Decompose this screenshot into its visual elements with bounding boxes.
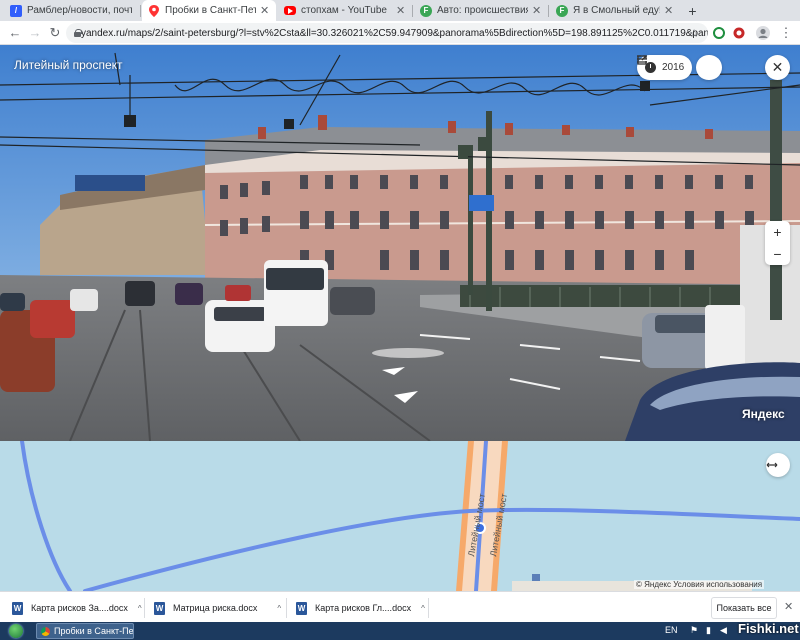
close-tab-icon[interactable]: ✕ — [664, 4, 674, 17]
map-canvas: Литейный мост Литейный мост — [0, 441, 800, 591]
close-downloads-icon[interactable]: ✕ — [784, 600, 793, 613]
tab-strip: / Рамблер/новости, почта и Пробки в Санк… — [0, 0, 800, 21]
extension-green-icon[interactable] — [711, 25, 727, 41]
language-indicator[interactable]: EN — [665, 625, 678, 635]
download-item[interactable]: W Матрица риска.docx ^ — [154, 597, 281, 619]
panorama-tools-button[interactable] — [637, 55, 723, 80]
forward-button[interactable]: → — [26, 24, 44, 42]
show-all-downloads-button[interactable]: Показать все — [711, 597, 777, 619]
tab-title: Авто: происшествия на дор — [437, 5, 528, 16]
tab-title: стопхам - YouTube — [301, 5, 387, 16]
taskbar-chrome-window[interactable]: Пробки в Санкт-Пе... — [36, 623, 134, 639]
yandex-maps-icon — [148, 4, 160, 17]
tab-rambler[interactable]: / Рамблер/новости, почта и — [4, 0, 138, 21]
tray-volume-icon[interactable]: ◀ — [720, 625, 727, 636]
tab-fontanka-auto[interactable]: F Авто: происшествия на дор ✕ — [414, 0, 548, 21]
chevron-up-icon[interactable]: ^ — [277, 604, 281, 613]
street-panorama[interactable]: Литейный проспект 2016 ✕ + − Яндекс — [0, 45, 800, 441]
download-item[interactable]: W Карта рисков Гл....docx ^ — [296, 597, 425, 619]
close-tab-icon[interactable]: ✕ — [260, 4, 270, 17]
extension-red-icon[interactable] — [731, 25, 747, 41]
start-button[interactable] — [6, 622, 26, 640]
word-document-icon: W — [12, 601, 23, 615]
tray-flag-icon[interactable]: ⚑ — [690, 625, 698, 636]
fontanka-icon: F — [556, 4, 568, 17]
bookmark-star-icon[interactable]: ☆ — [686, 25, 702, 41]
download-item[interactable]: W Карта рисков За....docx ^ — [12, 597, 142, 619]
back-button[interactable]: ← — [6, 24, 24, 42]
close-tab-icon[interactable]: ✕ — [532, 4, 542, 17]
download-filename: Карта рисков Гл....docx — [315, 603, 412, 613]
browser-menu-icon[interactable]: ⋮ — [778, 25, 794, 41]
close-tab-icon[interactable]: ✕ — [396, 4, 406, 17]
street-name-label: Литейный проспект — [14, 58, 123, 72]
url-field[interactable]: yandex.ru/maps/2/saint-petersburg/?l=stv… — [66, 23, 708, 43]
chevron-up-icon[interactable]: ^ — [421, 604, 425, 613]
close-panorama-button[interactable]: ✕ — [765, 55, 790, 80]
profile-avatar[interactable] — [755, 25, 771, 41]
windows-logo-icon — [9, 624, 23, 638]
yandex-logo: Яндекс — [742, 407, 785, 421]
map-copyright[interactable]: © Яндекс Условия использования — [634, 580, 765, 589]
zoom-control: + − — [765, 221, 790, 265]
tab-youtube[interactable]: стопхам - YouTube ✕ — [278, 0, 412, 21]
fishki-watermark: Fishki.net — [738, 621, 799, 636]
tab-separator — [412, 5, 413, 17]
panorama-controls: 2016 — [637, 55, 723, 80]
windows-taskbar: Пробки в Санкт-Пе... EN ⚑ ▮ ◀ — [0, 622, 800, 640]
year-label: 2016 — [662, 62, 685, 73]
tab-separator — [548, 5, 549, 17]
tab-title: Рамблер/новости, почта и — [27, 5, 132, 16]
zoom-in-button[interactable]: + — [765, 221, 790, 243]
tray-network-icon[interactable]: ▮ — [706, 625, 711, 636]
word-document-icon: W — [154, 601, 165, 615]
rambler-icon: / — [10, 4, 22, 17]
chevron-up-icon[interactable]: ^ — [138, 604, 142, 613]
tab-title: Пробки в Санкт-Петербург — [165, 5, 256, 16]
tab-title: Я в Смольный еду! - конф — [573, 5, 660, 16]
url-text: yandex.ru/maps/2/saint-petersburg/?l=stv… — [81, 27, 708, 39]
panorama-image — [0, 45, 800, 441]
screen: / Рамблер/новости, почта и Пробки в Санк… — [0, 0, 800, 640]
fontanka-icon: F — [420, 4, 432, 17]
tab-separator — [140, 5, 141, 17]
zoom-out-button[interactable]: − — [765, 243, 790, 265]
new-tab-button[interactable]: + — [684, 2, 701, 19]
taskbar-window-title: Пробки в Санкт-Пе... — [54, 626, 134, 636]
tab-yandex-maps[interactable]: Пробки в Санкт-Петербург ✕ — [142, 0, 276, 21]
divider — [286, 598, 287, 618]
downloads-bar: W Карта рисков За....docx ^ W Матрица ри… — [0, 591, 800, 622]
download-filename: Матрица риска.docx — [173, 603, 258, 613]
address-bar: ← → ↻ yandex.ru/maps/2/saint-petersburg/… — [0, 21, 800, 45]
divider — [144, 598, 145, 618]
chrome-icon — [41, 626, 50, 636]
divider — [428, 598, 429, 618]
mini-map[interactable]: Литейный мост Литейный мост © Яндекс Усл… — [0, 441, 800, 591]
expand-map-button[interactable] — [766, 453, 790, 477]
download-filename: Карта рисков За....docx — [31, 603, 128, 613]
youtube-icon — [284, 6, 296, 15]
word-document-icon: W — [296, 601, 307, 615]
tab-fontanka-smolny[interactable]: F Я в Смольный еду! - конф ✕ — [550, 0, 680, 21]
reload-button[interactable]: ↻ — [46, 24, 64, 42]
